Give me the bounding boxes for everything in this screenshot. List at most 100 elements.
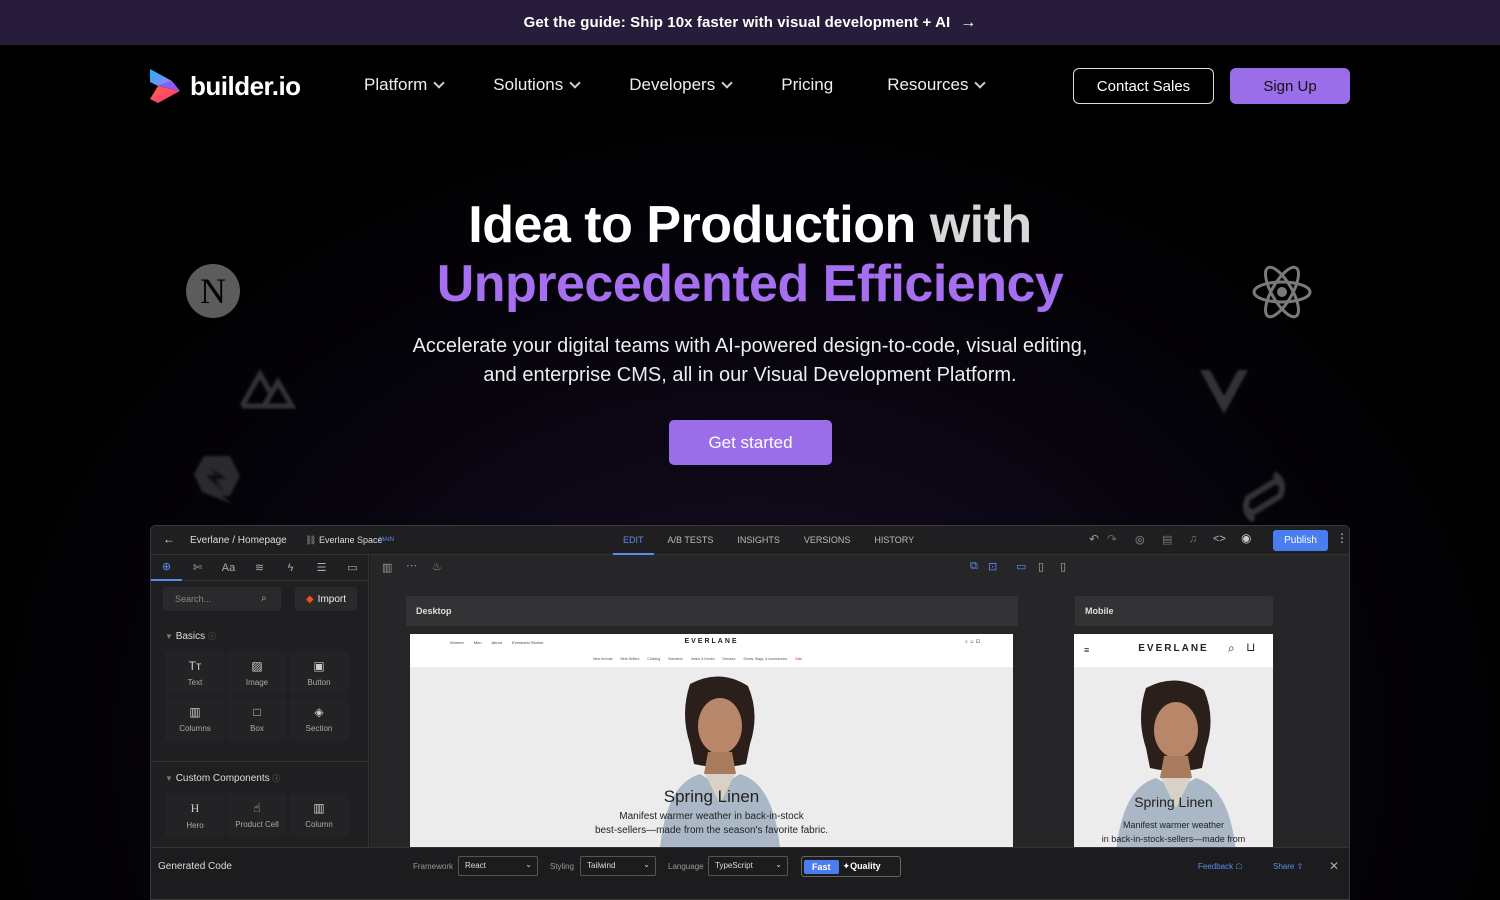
block-label: Image: [245, 678, 269, 687]
image-icon: ▨: [251, 659, 263, 673]
block-label: Section: [305, 724, 333, 733]
styling-value: Tailwind: [587, 861, 616, 870]
block-hero[interactable]: H Hero: [165, 793, 225, 837]
more-menu-icon[interactable]: ⋮: [1336, 531, 1348, 545]
insert-sidebar: ⊕ ✄ Aa ≋ ϟ ☰ ▭ Search... ⌕ ◆ Import ▼ Ba…: [151, 555, 369, 847]
fast-option[interactable]: Fast: [804, 859, 839, 874]
generated-code-bar: Generated Code Framework React ⌄ Styling…: [151, 847, 1349, 889]
styling-select[interactable]: Tailwind ⌄: [580, 856, 656, 876]
column-icon: ▥: [313, 801, 325, 815]
redo-icon[interactable]: ↷: [1107, 532, 1117, 546]
tab-history[interactable]: HISTORY: [864, 526, 924, 555]
basics-section-title[interactable]: ▼ Basics ⓘ: [165, 631, 216, 642]
layout-icon[interactable]: ▥: [382, 561, 392, 574]
spacing-icon[interactable]: ⋯: [406, 559, 417, 572]
logo[interactable]: builder.io: [150, 69, 301, 103]
block-label: Columns: [179, 724, 211, 733]
tab-versions[interactable]: VERSIONS: [794, 526, 861, 555]
sign-up-button[interactable]: Sign Up: [1230, 68, 1350, 104]
get-started-button[interactable]: Get started: [669, 420, 832, 465]
bell-icon[interactable]: ♫: [1189, 533, 1197, 545]
figma-icon: ◆: [305, 593, 314, 605]
publish-button[interactable]: Publish: [1273, 530, 1328, 551]
mobile-frame-label: Mobile: [1075, 596, 1273, 626]
close-icon[interactable]: ✕: [1329, 859, 1339, 873]
language-select[interactable]: TypeScript ⌄: [708, 856, 788, 876]
target-icon[interactable]: ◎: [1135, 533, 1145, 546]
desktop-preview[interactable]: Women Men About Everworld Stories EVERLA…: [410, 634, 1013, 847]
site-brand: EVERLANE: [684, 638, 739, 645]
block-section[interactable]: ◈ Section: [289, 697, 349, 741]
mobile-site-header: ≡ EVERLANE ⌕ ⊔: [1074, 634, 1273, 668]
comments-tab-icon[interactable]: ▭: [337, 561, 368, 574]
contact-sales-button[interactable]: Contact Sales: [1073, 68, 1214, 104]
block-image[interactable]: ▨ Image: [227, 651, 287, 695]
speed-quality-toggle[interactable]: Fast ✦Quality: [801, 856, 901, 877]
block-box[interactable]: □ Box: [227, 697, 287, 741]
framework-select[interactable]: React ⌄: [458, 856, 538, 876]
language-value: TypeScript: [715, 861, 753, 870]
interactions-tab-icon[interactable]: ϟ: [275, 562, 306, 574]
feedback-label: Feedback: [1198, 862, 1234, 871]
block-text[interactable]: Tт Text: [165, 651, 225, 695]
mobile-view-icon[interactable]: ▯: [1060, 560, 1066, 573]
calendar-icon[interactable]: ▤: [1162, 533, 1172, 546]
tab-ab-tests[interactable]: A/B TESTS: [658, 526, 724, 555]
nav-item-resources[interactable]: Resources: [887, 75, 987, 95]
site-subnav-item: Best-Sellers: [620, 657, 640, 661]
search-icon: ⌕: [261, 593, 267, 604]
hero-title-part2: with: [929, 196, 1032, 254]
chevron-down-icon: ⌄: [525, 860, 532, 869]
collapse-caret-icon: ▼: [165, 774, 173, 783]
main-nav: builder.io Platform Solutions Developers…: [0, 45, 1500, 130]
feedback-button[interactable]: Feedback ☖: [1198, 862, 1243, 871]
nav-item-label: Developers: [629, 75, 716, 94]
responsive-icon[interactable]: ⧉: [970, 560, 978, 573]
nav-item-developers[interactable]: Developers: [629, 75, 733, 95]
block-button[interactable]: ▣ Button: [289, 651, 349, 695]
back-arrow-icon[interactable]: ←: [163, 532, 175, 546]
space-name[interactable]: Everlane Space: [319, 535, 383, 545]
select-icon[interactable]: ⊡: [988, 560, 997, 573]
code-icon[interactable]: <>: [1213, 533, 1226, 545]
fire-icon[interactable]: ♨: [432, 560, 442, 573]
data-tab-icon[interactable]: ☰: [306, 561, 337, 574]
nav-item-solutions[interactable]: Solutions: [493, 75, 581, 95]
block-column[interactable]: ▥ Column: [289, 793, 349, 837]
site-subnav: New Arrivals Best-Sellers Clothing Sweat…: [593, 657, 802, 661]
builder-editor-screenshot: ← Everlane / Homepage ⛓ Everlane Space M…: [150, 525, 1350, 900]
space-icon: ⛓: [305, 535, 317, 545]
mobile-preview[interactable]: ≡ EVERLANE ⌕ ⊔ Spring Linen Manifest war…: [1074, 634, 1273, 847]
tab-insights[interactable]: INSIGHTS: [727, 526, 790, 555]
figma-import-button[interactable]: ◆ Import: [295, 587, 357, 611]
editor-canvas: ▥ ⋯ ♨ ⧉ ⊡ ▭ ▯ ▯ Desktop Mobile Women Men…: [370, 555, 1349, 847]
announcement-bar[interactable]: Get the guide: Ship 10x faster with visu…: [0, 0, 1500, 45]
custom-components-section-title[interactable]: ▼ Custom Components ⓘ: [165, 773, 280, 784]
tab-edit[interactable]: EDIT: [613, 526, 654, 555]
share-button[interactable]: Share ⇧: [1273, 862, 1303, 871]
preview-eye-icon[interactable]: ◉: [1241, 531, 1251, 545]
announcement-text: Get the guide: Ship 10x faster with visu…: [523, 14, 951, 31]
insert-tab-icon[interactable]: ⊕: [151, 555, 182, 581]
layers-tab-icon[interactable]: ≋: [244, 561, 275, 574]
nav-menu: Platform Solutions Developers Pricing Re…: [364, 75, 987, 95]
divider: [151, 761, 369, 762]
desktop-view-icon[interactable]: ▭: [1016, 560, 1026, 573]
site-hero-text-2: best-sellers—made from the season's favo…: [594, 825, 829, 836]
nav-item-pricing[interactable]: Pricing: [781, 75, 833, 95]
undo-icon[interactable]: ↶: [1089, 532, 1099, 546]
site-subnav-item: Dresses: [722, 657, 736, 661]
quality-option[interactable]: ✦Quality: [843, 861, 881, 872]
breadcrumb[interactable]: Everlane / Homepage: [190, 535, 287, 546]
tablet-view-icon[interactable]: ▯: [1038, 560, 1044, 573]
mobile-search-icon: ⌕: [1228, 641, 1235, 655]
language-label: Language: [668, 862, 704, 871]
nav-item-platform[interactable]: Platform: [364, 75, 445, 95]
block-label: Box: [250, 724, 264, 733]
font-tab-icon[interactable]: Aa: [213, 562, 244, 574]
block-columns[interactable]: ▥ Columns: [165, 697, 225, 741]
text-icon: Tт: [188, 659, 202, 673]
block-product-cell[interactable]: ☝ Product Cell: [227, 793, 287, 837]
style-tab-icon[interactable]: ✄: [182, 561, 213, 574]
hero-icon: H: [190, 800, 200, 815]
